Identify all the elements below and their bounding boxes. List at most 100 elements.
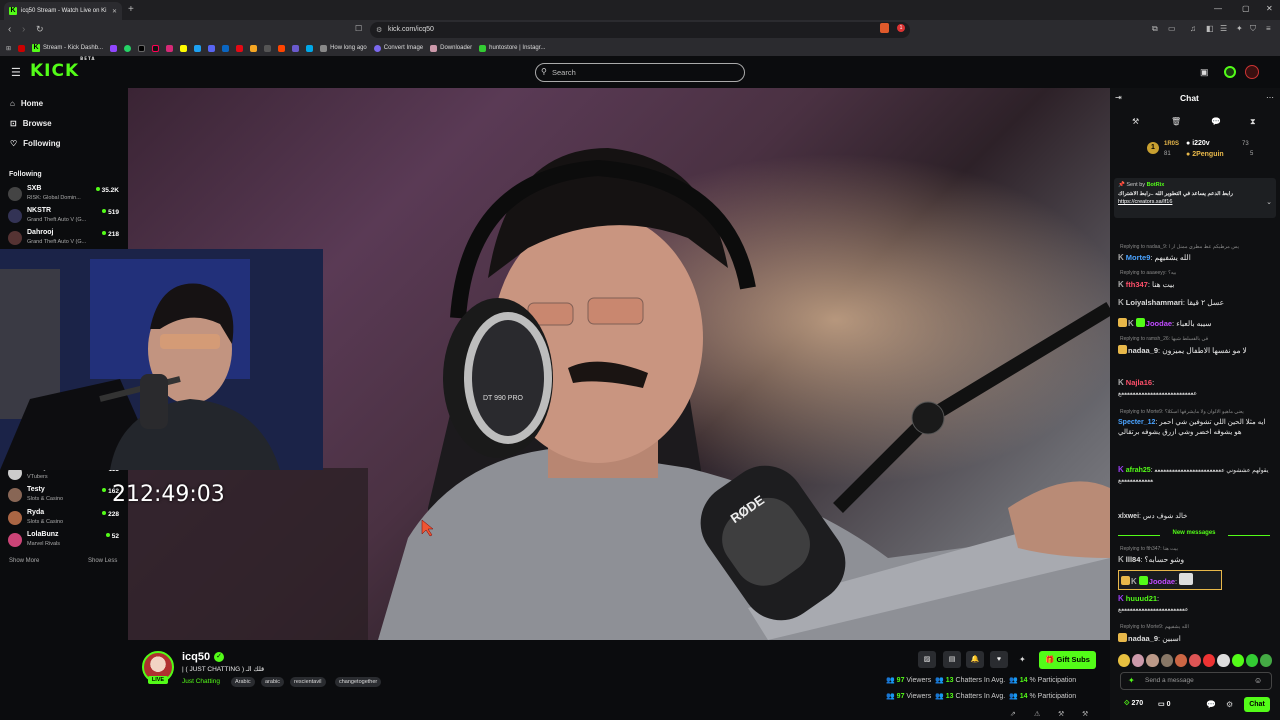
- hourglass-icon[interactable]: ⧗: [1250, 117, 1256, 127]
- ai-icon[interactable]: ✦: [1236, 24, 1243, 33]
- netflix-icon[interactable]: [236, 44, 244, 52]
- reload-icon[interactable]: ↻: [36, 24, 44, 35]
- bookmark-huntostore[interactable]: huntostore | Instagr...: [479, 44, 545, 52]
- bookmark-icon-6[interactable]: [306, 44, 314, 52]
- tiktok-icon[interactable]: [152, 44, 160, 52]
- bookmark-convert-image[interactable]: Convert Image: [373, 44, 423, 52]
- collapse-chat-icon[interactable]: ⇥: [1115, 93, 1122, 102]
- apps-icon[interactable]: ⊞: [6, 45, 11, 52]
- bookmark-icon[interactable]: ☐: [355, 24, 362, 33]
- chat-message-input[interactable]: Send a message: [1120, 672, 1272, 690]
- chat-options-icon[interactable]: ⋯: [1266, 93, 1274, 102]
- bookmark-icon-1[interactable]: [194, 44, 202, 52]
- emote-icon[interactable]: [1259, 654, 1273, 667]
- emoji-icon[interactable]: ☺: [1254, 676, 1262, 685]
- music-icon[interactable]: ♫: [1190, 24, 1196, 33]
- emote-icon[interactable]: [1174, 654, 1187, 667]
- tag[interactable]: arabic: [261, 677, 284, 687]
- site-info-icon[interactable]: ⚙: [376, 26, 382, 34]
- emote-icon[interactable]: [1217, 654, 1230, 667]
- kick-points-icon[interactable]: [1224, 66, 1236, 78]
- tag[interactable]: Arabic: [231, 677, 255, 687]
- theater-mode-icon[interactable]: ▤: [943, 651, 961, 668]
- bookmark-icon-2[interactable]: [222, 44, 230, 52]
- extensions-icon[interactable]: ⧉: [1152, 24, 1158, 34]
- stream-key-icon[interactable]: ▣: [1200, 67, 1209, 78]
- maximize-icon[interactable]: ▢: [1242, 4, 1250, 13]
- sidebar-item-browse[interactable]: ⊡ Browse: [10, 119, 52, 128]
- twitch-icon[interactable]: [110, 44, 118, 52]
- discord-icon[interactable]: [208, 44, 216, 52]
- bookmark-kick-dashboard[interactable]: K Stream - Kick Dashb...: [32, 44, 103, 52]
- show-more-button[interactable]: Show More: [9, 558, 39, 564]
- snapchat-icon[interactable]: [180, 44, 188, 52]
- tag[interactable]: rescientavil: [290, 677, 326, 687]
- sparkle-icon[interactable]: ✦: [1128, 676, 1135, 685]
- notification-badge[interactable]: 1: [897, 24, 905, 32]
- mod-tools-icon[interactable]: ⚒: [1132, 117, 1139, 126]
- emote-icon[interactable]: [1132, 654, 1145, 667]
- wallet-icon[interactable]: ▭: [1168, 24, 1176, 33]
- more-icon[interactable]: ⚒: [1082, 710, 1088, 718]
- trash-icon[interactable]: 🗑: [1171, 117, 1181, 126]
- send-chat-button[interactable]: Chat: [1244, 697, 1270, 712]
- instagram-icon[interactable]: [166, 44, 174, 52]
- search-input[interactable]: Search: [535, 63, 745, 82]
- following-channel[interactable]: Testy Slots & Casino 162: [8, 486, 122, 506]
- hamburger-menu-icon[interactable]: ☰: [11, 66, 21, 79]
- new-messages-divider[interactable]: New messages: [1116, 530, 1272, 540]
- notification-bell-icon[interactable]: 🔔: [966, 651, 984, 668]
- following-channel[interactable]: Dahrooj Grand Theft Auto V (G... 218: [8, 229, 122, 249]
- whatsapp-icon[interactable]: [124, 44, 132, 52]
- bookmark-icon-3[interactable]: [250, 44, 258, 52]
- report-icon[interactable]: ⚠: [1034, 710, 1040, 718]
- emote-icon[interactable]: [1245, 654, 1258, 667]
- gift-subs-button[interactable]: 🎁 Gift Subs: [1039, 651, 1096, 669]
- tools-icon[interactable]: ⚒: [1058, 710, 1064, 718]
- x-icon[interactable]: [138, 44, 146, 52]
- user-avatar[interactable]: [1245, 65, 1259, 79]
- emote-icon[interactable]: [1146, 654, 1159, 667]
- sidebar-item-following[interactable]: ♡ Following: [10, 139, 61, 148]
- bookmark-downloader[interactable]: Downloader: [430, 44, 472, 52]
- bookmark-icon-5[interactable]: [292, 44, 300, 52]
- sidebar-toggle-icon[interactable]: ◧: [1206, 24, 1214, 33]
- slot-counter[interactable]: ▭ 0: [1158, 700, 1170, 708]
- sidebar-item-home[interactable]: ⌂ Home: [10, 99, 43, 108]
- follow-heart-icon[interactable]: ♥: [990, 651, 1008, 668]
- following-channel[interactable]: Ryda Slots & Casino 228: [8, 509, 122, 529]
- emote-icon[interactable]: [1203, 654, 1216, 667]
- youtube-icon[interactable]: [18, 44, 26, 52]
- show-less-button[interactable]: Show Less: [88, 558, 117, 564]
- chevron-down-icon[interactable]: ⌄: [1266, 198, 1272, 206]
- chat-bubble-icon[interactable]: 💬: [1211, 117, 1221, 126]
- channel-points[interactable]: ⟐ 270: [1124, 700, 1143, 708]
- new-tab-icon[interactable]: +: [128, 4, 134, 15]
- close-tab-icon[interactable]: ✕: [112, 8, 117, 15]
- bookmark-how-long-ago[interactable]: How long ago: [320, 44, 367, 52]
- chat-bubble-icon[interactable]: 💬: [1206, 700, 1216, 709]
- clip-icon[interactable]: ▨: [918, 651, 936, 668]
- minimize-icon[interactable]: —: [1214, 4, 1222, 13]
- emote-icon[interactable]: [1188, 654, 1202, 667]
- close-window-icon[interactable]: ✕: [1266, 4, 1273, 13]
- vpn-icon[interactable]: ⛉: [1250, 24, 1256, 34]
- emote-icon[interactable]: [1160, 654, 1173, 667]
- forward-icon[interactable]: ›: [22, 24, 25, 35]
- browser-tab[interactable]: K icq50 Stream - Watch Live on Ki ✕: [4, 2, 122, 20]
- settings-icon[interactable]: ⚙: [1226, 700, 1233, 709]
- address-bar[interactable]: kick.com/icq50: [370, 22, 910, 38]
- github-icon[interactable]: [264, 44, 272, 52]
- kick-logo[interactable]: KICKBETA: [30, 56, 95, 81]
- streamer-name[interactable]: icq50: [182, 651, 210, 663]
- brave-shield-icon[interactable]: [880, 23, 889, 33]
- share-icon[interactable]: ✦: [1019, 655, 1026, 664]
- browser-menu-icon[interactable]: ≡: [1266, 24, 1271, 33]
- following-channel[interactable]: NKSTR Grand Theft Auto V (G... 519: [8, 207, 122, 227]
- back-icon[interactable]: ‹: [8, 24, 11, 35]
- following-channel[interactable]: LolaBunz Marvel Rivals 52: [8, 531, 122, 551]
- stream-category[interactable]: Just Chatting: [182, 678, 220, 685]
- tag[interactable]: changetogether: [335, 677, 382, 687]
- bookmark-icon-4[interactable]: [278, 44, 286, 52]
- emote-icon[interactable]: [1231, 654, 1244, 667]
